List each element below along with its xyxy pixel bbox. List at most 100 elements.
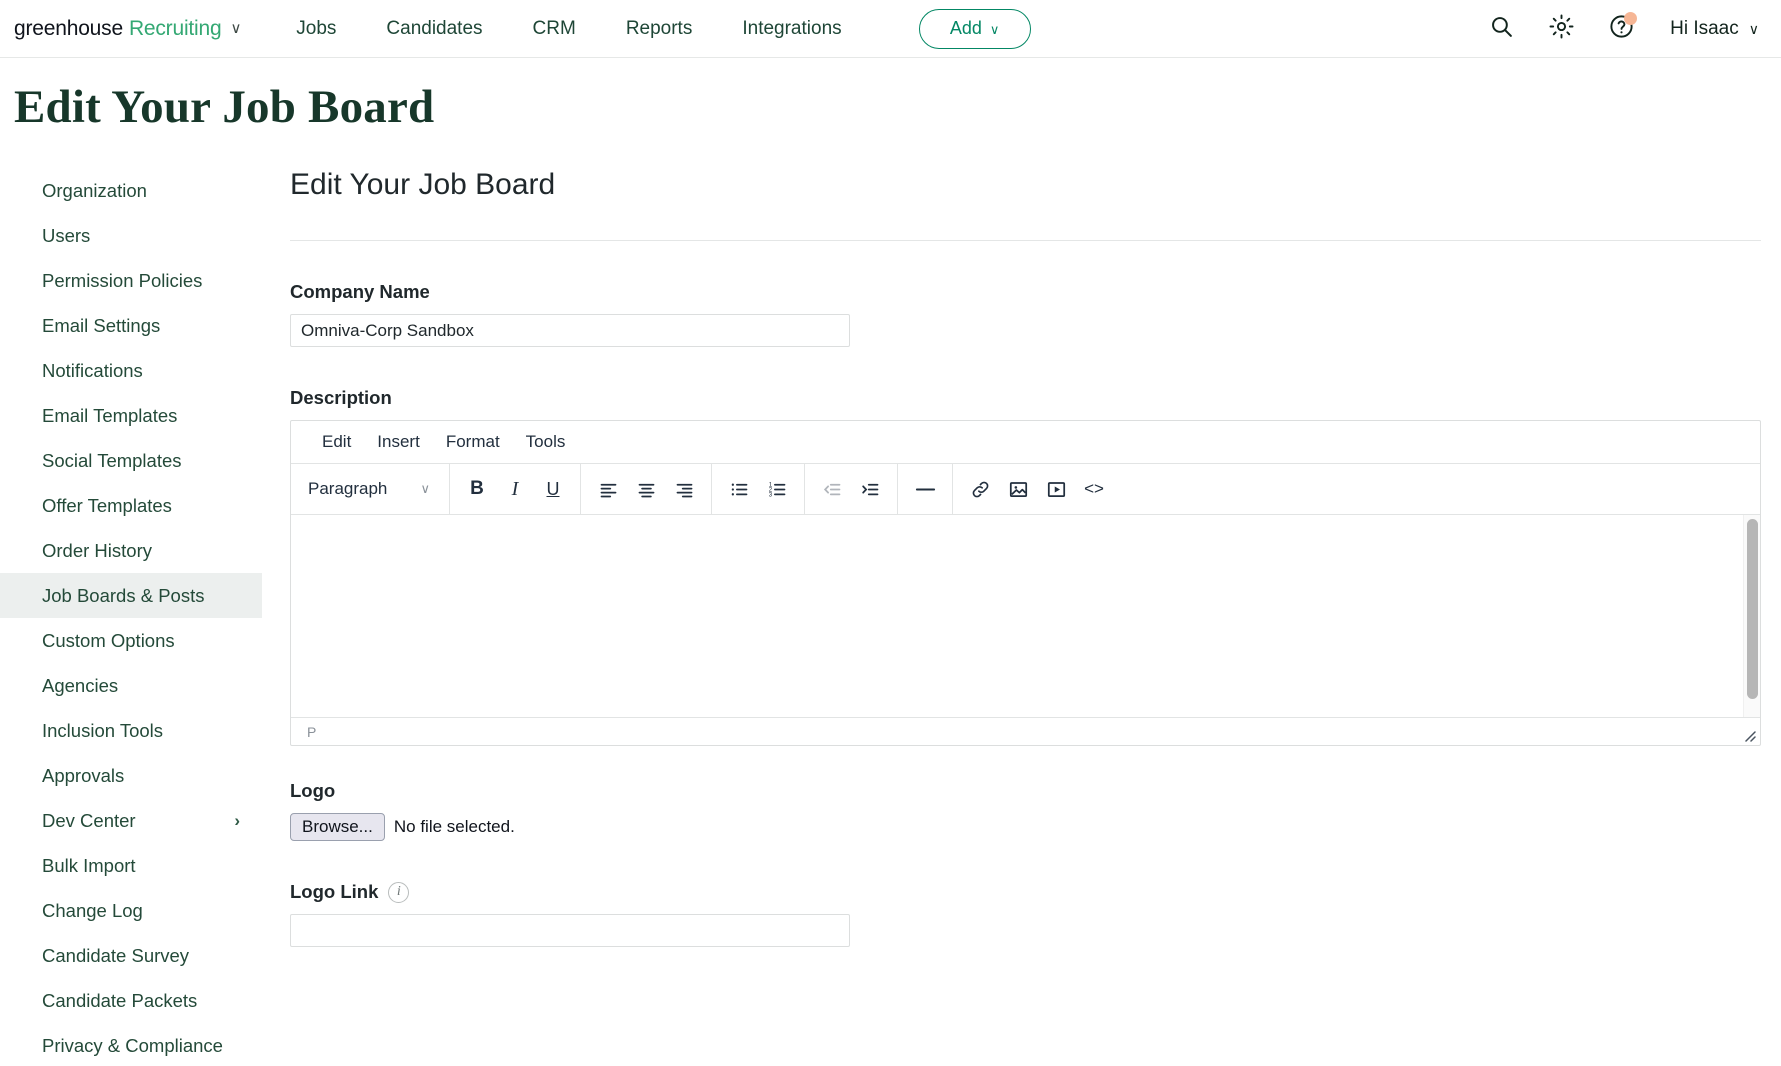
underline-icon[interactable]: U bbox=[535, 472, 571, 506]
sidebar-item-candidate-survey[interactable]: Candidate Survey bbox=[0, 933, 262, 978]
editor-resize-handle[interactable] bbox=[1742, 728, 1756, 742]
bold-icon[interactable]: B bbox=[459, 472, 495, 506]
toolbar-group-block-format: Paragraph ∨ bbox=[291, 464, 450, 514]
company-name-input[interactable] bbox=[290, 314, 850, 347]
sidebar-item-inclusion-tools[interactable]: Inclusion Tools bbox=[0, 708, 262, 753]
user-menu[interactable]: Hi Isaac ∨ bbox=[1670, 18, 1759, 40]
editor-scrollbar[interactable] bbox=[1743, 515, 1760, 717]
search-button[interactable] bbox=[1484, 12, 1518, 46]
chevron-down-icon: ∨ bbox=[420, 481, 430, 496]
link-icon[interactable] bbox=[962, 472, 998, 506]
bullet-list-icon[interactable] bbox=[721, 472, 757, 506]
sidebar-item-label: Custom Options bbox=[42, 629, 175, 651]
source-code-icon[interactable]: <> bbox=[1076, 472, 1112, 506]
toolbar-group-alignment bbox=[581, 464, 712, 514]
sidebar-item-privacy-and-compliance[interactable]: Privacy & Compliance bbox=[0, 1023, 262, 1066]
sidebar-item-social-templates[interactable]: Social Templates bbox=[0, 438, 262, 483]
sidebar-item-label: Offer Templates bbox=[42, 494, 172, 516]
sidebar-item-permission-policies[interactable]: Permission Policies bbox=[0, 258, 262, 303]
sidebar-item-label: Change Log bbox=[42, 899, 143, 921]
nav-link-candidates[interactable]: Candidates bbox=[361, 18, 507, 40]
editor-toolbar: Paragraph ∨ B I U 1 2 3 <> bbox=[291, 464, 1760, 515]
sidebar-item-label: Order History bbox=[42, 539, 152, 561]
sidebar-item-email-templates[interactable]: Email Templates bbox=[0, 393, 262, 438]
sidebar-item-change-log[interactable]: Change Log bbox=[0, 888, 262, 933]
help-button[interactable] bbox=[1604, 11, 1638, 46]
block-format-select[interactable]: Paragraph ∨ bbox=[300, 472, 440, 506]
brand-name-secondary: Recruiting bbox=[128, 16, 222, 40]
main-content: Edit Your Job Board Company Name Descrip… bbox=[262, 134, 1781, 947]
sidebar-item-offer-templates[interactable]: Offer Templates bbox=[0, 483, 262, 528]
sidebar-item-agencies[interactable]: Agencies bbox=[0, 663, 262, 708]
outdent-icon[interactable] bbox=[814, 472, 850, 506]
sidebar-item-approvals[interactable]: Approvals bbox=[0, 753, 262, 798]
settings-button[interactable] bbox=[1544, 12, 1578, 46]
logo-label: Logo bbox=[290, 780, 336, 801]
notification-dot-icon bbox=[1624, 11, 1638, 25]
toolbar-group-indent bbox=[805, 464, 898, 514]
info-icon[interactable]: i bbox=[388, 881, 410, 903]
sidebar-item-label: Dev Center bbox=[42, 809, 136, 831]
description-rich-text-editor: Edit Insert Format Tools Paragraph ∨ B I… bbox=[290, 420, 1761, 746]
sidebar-item-order-history[interactable]: Order History bbox=[0, 528, 262, 573]
nav-link-jobs[interactable]: Jobs bbox=[271, 18, 361, 40]
sidebar-item-email-settings[interactable]: Email Settings bbox=[0, 303, 262, 348]
sidebar-item-label: Approvals bbox=[42, 764, 125, 786]
logo-link-input[interactable] bbox=[290, 914, 850, 947]
align-center-icon[interactable] bbox=[628, 472, 664, 506]
user-menu-label: Hi Isaac bbox=[1670, 17, 1739, 39]
chevron-right-icon: › bbox=[234, 810, 240, 830]
page-layout: Organization Users Permission Policies E… bbox=[0, 134, 1781, 1066]
sidebar-item-candidate-packets[interactable]: Candidate Packets bbox=[0, 978, 262, 1023]
sidebar-item-label: Candidate Survey bbox=[42, 944, 190, 966]
sidebar-item-label: Social Templates bbox=[42, 449, 182, 471]
editor-menu-edit[interactable]: Edit bbox=[309, 432, 364, 452]
brand-logo-menu[interactable]: greenhouse Recruiting ∨ bbox=[14, 17, 241, 41]
editor-menubar: Edit Insert Format Tools bbox=[291, 421, 1760, 464]
search-icon bbox=[1489, 14, 1514, 44]
sidebar-item-label: Job Boards & Posts bbox=[42, 584, 205, 606]
top-navigation-bar: greenhouse Recruiting ∨ Jobs Candidates … bbox=[0, 0, 1781, 58]
sidebar-item-job-boards-and-posts[interactable]: Job Boards & Posts bbox=[0, 573, 262, 618]
sidebar-item-bulk-import[interactable]: Bulk Import bbox=[0, 843, 262, 888]
editor-menu-insert[interactable]: Insert bbox=[364, 432, 433, 452]
description-label: Description bbox=[290, 387, 392, 408]
editor-element-path: P bbox=[307, 723, 317, 740]
add-button[interactable]: Add ∨ bbox=[918, 8, 1031, 49]
company-name-label: Company Name bbox=[290, 281, 430, 302]
nav-link-crm[interactable]: CRM bbox=[508, 18, 601, 40]
add-button-label: Add bbox=[949, 18, 982, 38]
editor-content-area[interactable] bbox=[291, 515, 1760, 718]
nav-link-reports[interactable]: Reports bbox=[601, 18, 718, 40]
italic-icon[interactable]: I bbox=[497, 472, 533, 506]
chevron-down-icon[interactable]: ∨ bbox=[230, 19, 241, 37]
editor-scrollbar-thumb[interactable] bbox=[1747, 519, 1758, 699]
sidebar-item-label: Privacy & Compliance bbox=[42, 1034, 223, 1056]
sidebar-item-label: Agencies bbox=[42, 674, 119, 696]
indent-icon[interactable] bbox=[852, 472, 888, 506]
editor-menu-tools[interactable]: Tools bbox=[513, 432, 579, 452]
sidebar-item-label: Email Templates bbox=[42, 404, 178, 426]
sidebar-item-notifications[interactable]: Notifications bbox=[0, 348, 262, 393]
sidebar-item-organization[interactable]: Organization bbox=[0, 168, 262, 213]
heading-divider bbox=[290, 240, 1761, 241]
page-title: Edit Your Job Board bbox=[14, 81, 435, 133]
sidebar-item-users[interactable]: Users bbox=[0, 213, 262, 258]
toolbar-group-insert: <> bbox=[953, 464, 1121, 514]
browse-button[interactable]: Browse... bbox=[290, 813, 385, 841]
align-left-icon[interactable] bbox=[590, 472, 626, 506]
sidebar-item-label: Organization bbox=[42, 179, 147, 201]
sidebar-item-dev-center[interactable]: Dev Center › bbox=[0, 798, 262, 843]
svg-text:3: 3 bbox=[768, 491, 772, 498]
sidebar-item-label: Inclusion Tools bbox=[42, 719, 164, 741]
sidebar-item-custom-options[interactable]: Custom Options bbox=[0, 618, 262, 663]
sidebar-item-label: Bulk Import bbox=[42, 854, 136, 876]
nav-link-integrations[interactable]: Integrations bbox=[717, 18, 866, 40]
editor-menu-format[interactable]: Format bbox=[433, 432, 513, 452]
horizontal-rule-icon[interactable] bbox=[907, 472, 943, 506]
sidebar-item-label: Candidate Packets bbox=[42, 989, 198, 1011]
media-icon[interactable] bbox=[1038, 472, 1074, 506]
align-right-icon[interactable] bbox=[666, 472, 702, 506]
numbered-list-icon[interactable]: 1 2 3 bbox=[759, 472, 795, 506]
image-icon[interactable] bbox=[1000, 472, 1036, 506]
